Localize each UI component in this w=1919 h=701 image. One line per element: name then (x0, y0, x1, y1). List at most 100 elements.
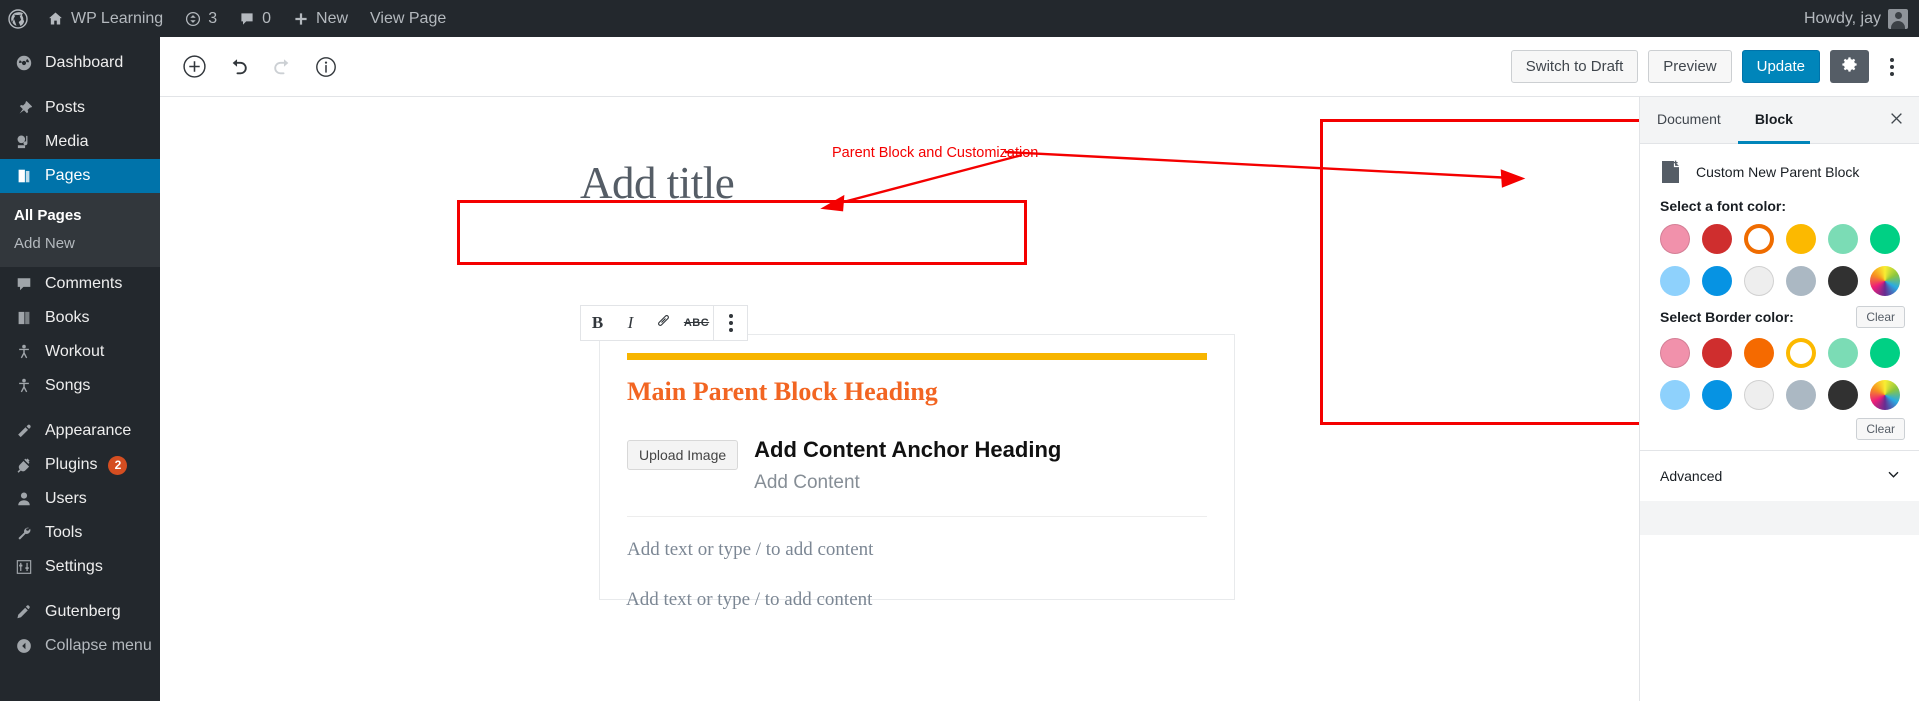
sidebar-item-add-new[interactable]: Add New (0, 230, 160, 258)
updates-count: 3 (208, 9, 218, 27)
border-swatch-light-blue[interactable] (1660, 380, 1690, 410)
border-swatch-white[interactable] (1744, 380, 1774, 410)
sidebar-label: Appearance (45, 422, 132, 439)
close-settings-button[interactable] (1873, 97, 1919, 143)
border-swatch-yellow-selected[interactable] (1786, 338, 1816, 368)
updates-menu[interactable]: 3 (174, 0, 228, 37)
site-name-menu[interactable]: WP Learning (36, 0, 174, 37)
border-swatch-blue[interactable] (1702, 380, 1732, 410)
plugins-update-badge: 2 (108, 455, 128, 475)
preview-button[interactable]: Preview (1648, 50, 1732, 83)
sidebar-item-tools[interactable]: Tools (0, 516, 160, 550)
link-button[interactable] (647, 306, 680, 340)
gear-icon (1840, 55, 1859, 79)
sidebar-item-media[interactable]: Media (0, 125, 160, 159)
info-icon[interactable] (309, 50, 343, 84)
new-content-menu[interactable]: New (282, 0, 359, 37)
sidebar-label: Collapse menu (45, 637, 152, 654)
font-swatch-gradient[interactable] (1870, 266, 1900, 296)
wordpress-logo-button[interactable] (0, 0, 36, 37)
sidebar-item-comments[interactable]: Comments (0, 267, 160, 301)
sidebar-label: Settings (45, 558, 103, 575)
font-swatch-gray-blue[interactable] (1786, 266, 1816, 296)
border-swatch-red[interactable] (1702, 338, 1732, 368)
tab-document[interactable]: Document (1640, 97, 1738, 144)
upload-image-button[interactable]: Upload Image (627, 440, 739, 471)
border-swatch-dark[interactable] (1828, 380, 1858, 410)
italic-button[interactable]: I (614, 306, 647, 340)
main-parent-heading[interactable]: Main Parent Block Heading (627, 360, 1207, 421)
wordpress-icon (8, 8, 28, 29)
update-button[interactable]: Update (1741, 50, 1820, 83)
plus-circle-icon[interactable] (177, 50, 211, 84)
font-swatch-red[interactable] (1702, 224, 1732, 254)
advanced-label: Advanced (1660, 468, 1723, 484)
font-swatch-white[interactable] (1744, 266, 1774, 296)
block-more-options-button[interactable] (714, 306, 747, 340)
sidebar-item-all-pages[interactable]: All Pages (0, 202, 160, 230)
custom-parent-block[interactable]: Main Parent Block Heading Upload Image A… (599, 334, 1235, 600)
sidebar-item-collapse-menu[interactable]: Collapse menu (0, 629, 160, 663)
account-menu[interactable]: Howdy, jay (1793, 0, 1919, 37)
sidebar-item-workout[interactable]: Workout (0, 335, 160, 369)
sidebar-item-pages[interactable]: Pages (0, 159, 160, 193)
sidebar-item-appearance[interactable]: Appearance (0, 414, 160, 448)
sidebar-item-plugins[interactable]: Plugins 2 (0, 448, 160, 482)
sidebar-item-books[interactable]: Books (0, 301, 160, 335)
border-swatch-pink[interactable] (1660, 338, 1690, 368)
person-icon (14, 342, 34, 362)
sidebar-item-settings[interactable]: Settings (0, 550, 160, 584)
border-swatch-green[interactable] (1870, 338, 1900, 368)
pages-submenu: All Pages Add New (0, 193, 160, 267)
tab-block[interactable]: Block (1737, 97, 1810, 144)
block-name-label: Custom New Parent Block (1696, 164, 1860, 180)
editor-header: Switch to Draft Preview Update (160, 37, 1919, 97)
comments-count: 0 (262, 9, 272, 27)
comments-menu[interactable]: 0 (228, 0, 282, 37)
outer-paragraph-placeholder[interactable]: Add text or type / to add content (599, 567, 1199, 611)
plug-icon (14, 455, 34, 475)
sidebar-label: Plugins (45, 456, 98, 473)
more-menu-button[interactable] (1879, 50, 1905, 83)
advanced-section-toggle[interactable]: Advanced (1640, 450, 1919, 501)
sidebar-item-songs[interactable]: Songs (0, 369, 160, 403)
border-swatch-gray-blue[interactable] (1786, 380, 1816, 410)
switch-to-draft-button[interactable]: Switch to Draft (1510, 50, 1639, 83)
heading-top-border (627, 353, 1207, 360)
font-color-label: Select a font color: (1660, 198, 1787, 214)
font-swatch-light-blue[interactable] (1660, 266, 1690, 296)
sidebar-item-users[interactable]: Users (0, 482, 160, 516)
view-page-link[interactable]: View Page (359, 0, 457, 37)
anchor-heading[interactable]: Add Content Anchor Heading (754, 436, 1061, 464)
sidebar-label: Media (45, 133, 89, 150)
annotation-label: Parent Block and Customization (832, 145, 1039, 161)
kebab-icon (718, 307, 744, 340)
font-swatch-blue[interactable] (1702, 266, 1732, 296)
font-swatch-amber[interactable] (1786, 224, 1816, 254)
anchor-text-group: Add Content Anchor Heading Add Content (754, 436, 1061, 494)
book-icon (14, 308, 34, 328)
settings-gear-button[interactable] (1830, 50, 1869, 83)
border-color-clear-button-2[interactable]: Clear (1856, 418, 1905, 440)
add-content-placeholder[interactable]: Add Content (754, 464, 1061, 494)
font-swatch-green[interactable] (1870, 224, 1900, 254)
border-color-clear-button[interactable]: Clear (1856, 306, 1905, 328)
border-swatch-gradient[interactable] (1870, 380, 1900, 410)
pin-icon (14, 98, 34, 118)
sidebar-item-gutenberg[interactable]: Gutenberg (0, 595, 160, 629)
settings-panel-footer (1640, 501, 1919, 535)
strikethrough-button[interactable]: ABC (680, 306, 713, 340)
font-swatch-light-green[interactable] (1828, 224, 1858, 254)
wrench-icon (14, 523, 34, 543)
bold-button[interactable]: B (581, 306, 614, 340)
border-swatch-orange[interactable] (1744, 338, 1774, 368)
font-swatch-pink[interactable] (1660, 224, 1690, 254)
sidebar-item-dashboard[interactable]: Dashboard (0, 46, 160, 80)
font-swatch-orange-selected[interactable] (1744, 224, 1774, 254)
person-icon (14, 376, 34, 396)
admin-bar: WP Learning 3 0 New View Page Howdy, jay (0, 0, 1919, 37)
undo-icon[interactable] (221, 50, 255, 84)
font-swatch-dark[interactable] (1828, 266, 1858, 296)
sidebar-item-posts[interactable]: Posts (0, 91, 160, 125)
border-swatch-light-green[interactable] (1828, 338, 1858, 368)
